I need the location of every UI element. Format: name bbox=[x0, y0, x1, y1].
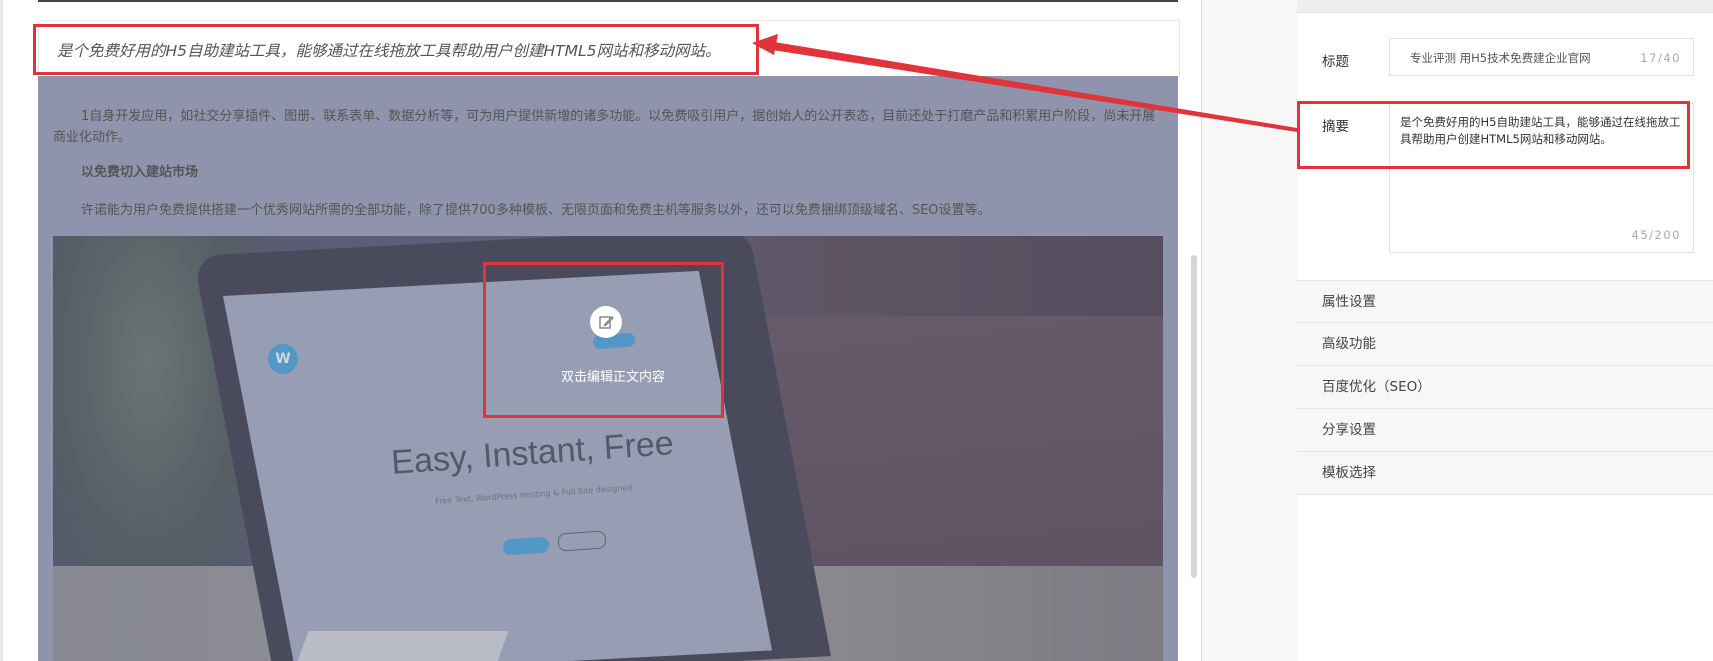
annotation-arrow bbox=[752, 34, 1297, 132]
